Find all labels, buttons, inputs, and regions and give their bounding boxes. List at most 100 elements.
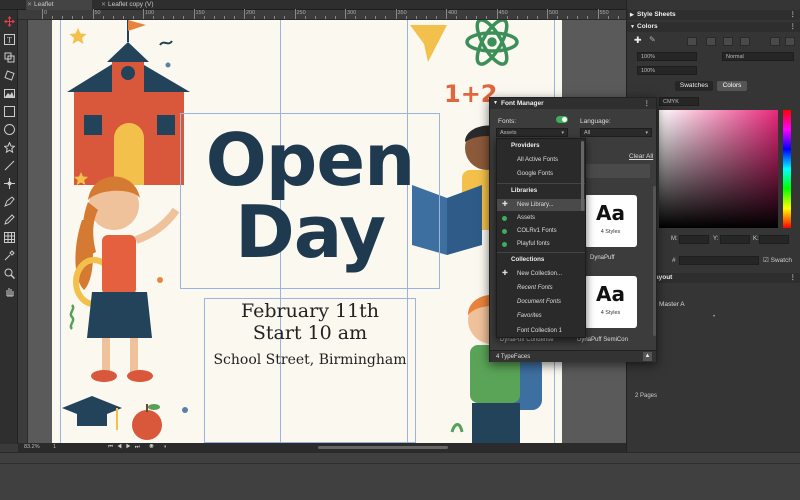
dropdown-item-new-library[interactable]: ✚ New Library... xyxy=(497,199,585,211)
font-manager-header[interactable]: ▼ Font Manager ⋮ xyxy=(490,98,656,109)
expand-icon[interactable]: ▲ xyxy=(643,352,652,361)
opacity-field-2[interactable]: 100% xyxy=(637,66,697,75)
item-label: New Library... xyxy=(517,202,554,208)
font-card-dynapuff-semicon[interactable]: Aa 4 Styles xyxy=(584,276,637,328)
font-card-dynapuff[interactable]: Aa 4 Styles xyxy=(584,195,637,247)
panel-menu-icon[interactable]: ⋮ xyxy=(790,10,797,20)
star-tool-icon[interactable] xyxy=(2,140,16,154)
dropdown-item-new-collection[interactable]: ✚ New Collection... xyxy=(497,268,585,280)
color-picker-field[interactable] xyxy=(659,110,778,228)
eyedropper-tool-icon[interactable] xyxy=(2,248,16,262)
page-nav-icons[interactable]: ⏮◀▶⏭ ◉ ◑ xyxy=(108,443,171,452)
item-label: Playful fonts xyxy=(517,241,550,247)
none-toggle[interactable] xyxy=(785,37,795,46)
dropdown-item-colrv1[interactable]: COLRv1 Fonts xyxy=(497,225,585,237)
image-frame-icon[interactable] xyxy=(2,86,16,100)
dropdown-item-assets[interactable]: Assets xyxy=(497,212,585,224)
stroke-toggle[interactable] xyxy=(706,37,716,46)
left-ruler xyxy=(18,20,28,443)
style-sheets-header[interactable]: ▶ Style Sheets ⋮ xyxy=(627,10,800,20)
tab-swatches[interactable]: Swatches xyxy=(675,81,713,91)
active-dot-icon xyxy=(502,216,507,221)
dropdown-item-playful[interactable]: Playful fonts xyxy=(497,238,585,250)
swatch-label: Swatch xyxy=(770,257,792,264)
dropdown-heading: Providers xyxy=(511,142,540,149)
hex-label: # xyxy=(672,257,676,264)
hand-tool-icon[interactable] xyxy=(2,284,16,298)
typeface-count: 4 TypeFaces xyxy=(496,354,531,360)
language-select[interactable]: All ▾ xyxy=(580,128,652,137)
tab-label: Leaflet xyxy=(34,1,54,8)
font-list-scrollbar[interactable] xyxy=(653,186,656,336)
y-label: Y: xyxy=(713,236,719,242)
panel-menu-icon[interactable]: ⋮ xyxy=(790,273,797,283)
dropdown-item-recent[interactable]: Recent Fonts xyxy=(497,282,585,294)
k-label: K: xyxy=(753,236,759,242)
dropdown-item-favorites[interactable]: Favorites xyxy=(497,310,585,322)
frame-toggle[interactable] xyxy=(740,37,750,46)
horizontal-scrollbar[interactable] xyxy=(318,446,448,449)
swatch-checkbox[interactable]: ☑ Swatch xyxy=(763,256,792,264)
font-styles-count: 4 Styles xyxy=(600,229,621,235)
pages-count: 2 Pages xyxy=(635,393,658,399)
tab-label: Leaflet copy (V) xyxy=(108,1,154,8)
m-field[interactable] xyxy=(679,235,709,244)
clear-all-link[interactable]: Clear All xyxy=(629,153,653,160)
fonts-source-select[interactable]: Assets ▾ xyxy=(496,128,568,137)
add-color-icon[interactable]: ✚ xyxy=(634,35,642,46)
hex-field[interactable] xyxy=(679,256,759,265)
panel-menu-icon[interactable]: ⋮ xyxy=(790,22,797,32)
tab-leaflet[interactable]: ✕ Leaflet xyxy=(26,0,92,10)
swap-toggle[interactable] xyxy=(770,37,780,46)
blend-mode-select[interactable]: Normal xyxy=(722,52,794,61)
paper-plane-illustration xyxy=(410,25,447,62)
color-model-select[interactable]: CMYK xyxy=(659,97,699,106)
rotate-tool-icon[interactable] xyxy=(2,68,16,82)
dialog-footer: 4 TypeFaces ▲ xyxy=(490,350,656,362)
close-tab-icon[interactable]: ✕ xyxy=(27,0,32,10)
dropdown-item-google[interactable]: Google Fonts xyxy=(497,168,585,180)
dialog-menu-icon[interactable]: ⋮ xyxy=(644,98,651,109)
font-name: DynaPuff xyxy=(590,255,615,261)
collapse-icon[interactable]: ▼ xyxy=(493,98,498,109)
ruler-tick-label: 50 xyxy=(94,10,101,16)
zoom-level[interactable]: 83.2% xyxy=(24,443,40,452)
add-icon: ✚ xyxy=(502,270,508,277)
dropdown-scrollbar[interactable] xyxy=(581,141,584,211)
close-tab-icon[interactable]: ✕ xyxy=(101,0,106,10)
master-page-label[interactable]: Master A xyxy=(659,301,685,308)
y-field[interactable] xyxy=(720,235,750,244)
line-tool-icon[interactable] xyxy=(2,158,16,172)
zoom-tool-icon[interactable] xyxy=(2,266,16,280)
table-tool-icon[interactable] xyxy=(2,230,16,244)
link-frame-icon[interactable] xyxy=(2,50,16,64)
ellipse-tool-icon[interactable] xyxy=(2,122,16,136)
tab-leaflet-copy[interactable]: ✕ Leaflet copy (V) xyxy=(100,0,190,10)
text-color-toggle[interactable] xyxy=(723,37,733,46)
language-label: Language: xyxy=(580,118,611,125)
text-tool-icon[interactable]: T xyxy=(2,32,16,46)
rectangle-tool-icon[interactable] xyxy=(2,104,16,118)
move-tool-icon[interactable] xyxy=(2,14,16,28)
fonts-toggle[interactable] xyxy=(556,116,568,123)
fonts-source-dropdown: Providers All Active Fonts Google Fonts … xyxy=(496,138,586,338)
font-styles-count: 4 Styles xyxy=(600,310,621,316)
fill-toggle[interactable] xyxy=(687,37,697,46)
page-number[interactable]: 1 xyxy=(53,443,56,452)
dropdown-item-all-active[interactable]: All Active Fonts xyxy=(497,154,585,166)
hue-slider[interactable] xyxy=(783,110,791,228)
pencil-tool-icon[interactable] xyxy=(2,212,16,226)
event-date: February 11th xyxy=(240,300,380,322)
tools-panel: T xyxy=(0,10,18,444)
edit-color-icon[interactable]: ✎ xyxy=(649,35,656,44)
leaflet-page[interactable]: 1+2 Open Day February 11th Start 10 am S… xyxy=(52,20,562,443)
dropdown-item-document[interactable]: Document Fonts xyxy=(497,296,585,308)
dropdown-item-collection1[interactable]: Font Collection 1 xyxy=(497,325,585,337)
opacity-field[interactable]: 100% xyxy=(637,52,697,61)
k-field[interactable] xyxy=(759,235,789,244)
anchor-tool-icon[interactable] xyxy=(2,176,16,190)
colors-header[interactable]: ▼ Colors ⋮ xyxy=(627,22,800,32)
pen-tool-icon[interactable] xyxy=(2,194,16,208)
tab-colors[interactable]: Colors xyxy=(717,81,747,91)
ruler-tick-label: 0 xyxy=(44,10,48,16)
